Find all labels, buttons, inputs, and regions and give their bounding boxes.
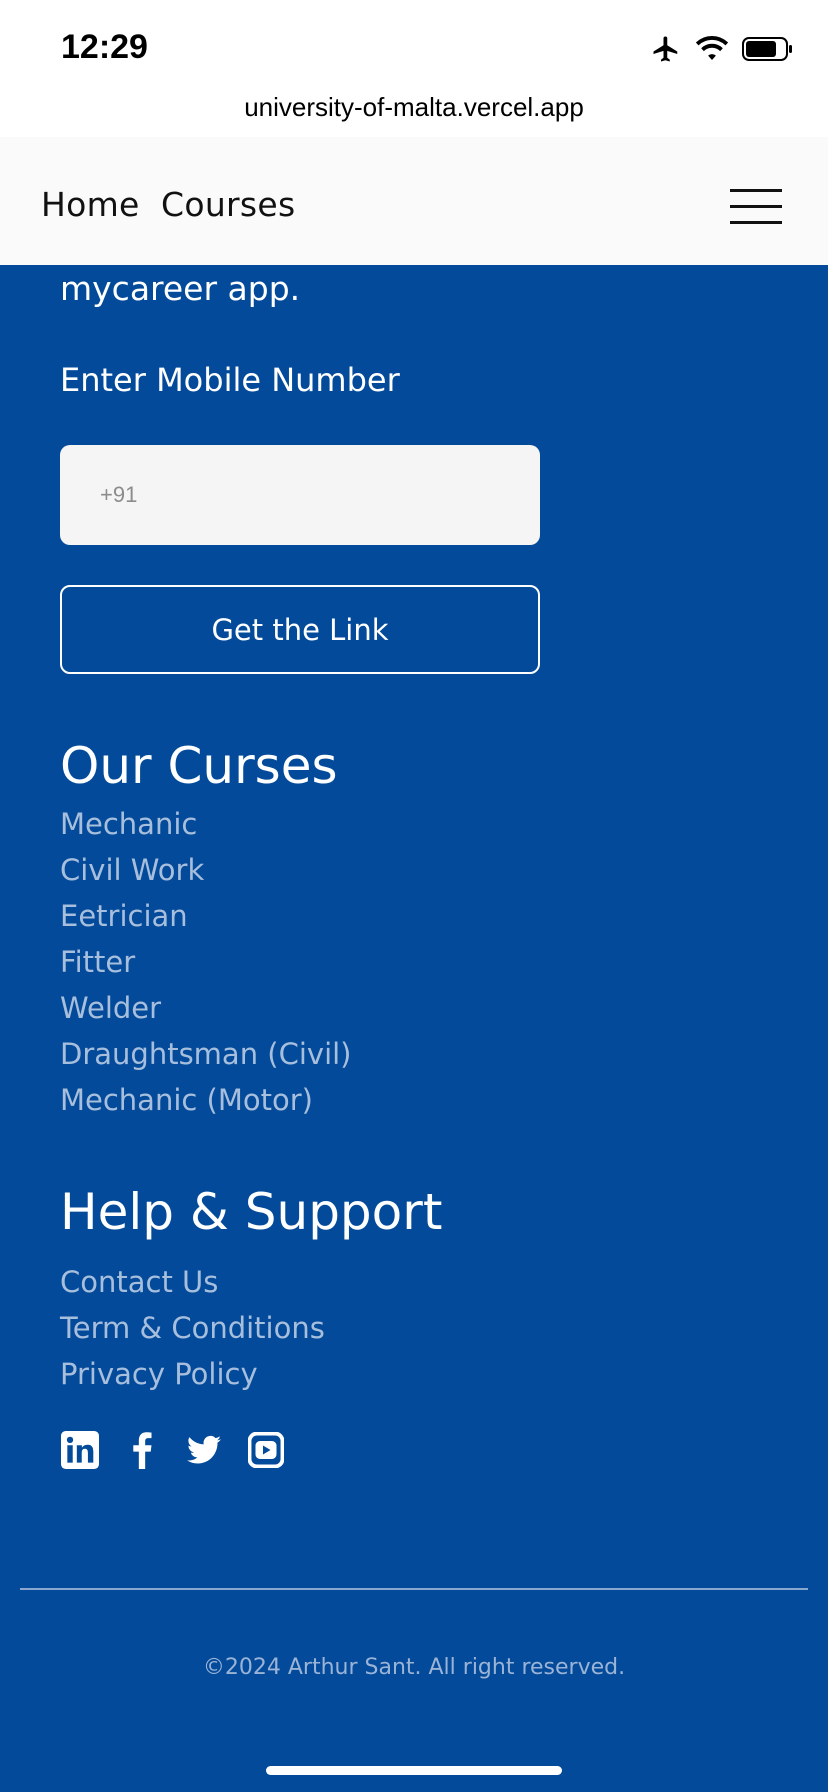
footer-divider	[20, 1588, 808, 1590]
support-link-privacy[interactable]: Privacy Policy	[60, 1357, 325, 1403]
support-list: Contact Us Term & Conditions Privacy Pol…	[60, 1265, 325, 1403]
home-indicator[interactable]	[266, 1766, 562, 1775]
support-link-terms[interactable]: Term & Conditions	[60, 1311, 325, 1357]
status-bar: 12:29 university-of-malta.vercel.app	[0, 0, 828, 138]
nav-link-home[interactable]: Home	[41, 185, 140, 224]
wifi-icon	[695, 36, 729, 67]
address-bar-url[interactable]: university-of-malta.vercel.app	[0, 92, 828, 123]
airplane-icon	[650, 34, 682, 69]
app-download-text: mycareer app.	[60, 269, 301, 308]
support-link-contact-us[interactable]: Contact Us	[60, 1265, 325, 1311]
course-link-fitter[interactable]: Fitter	[60, 945, 352, 991]
course-link-eetrician[interactable]: Eetrician	[60, 899, 352, 945]
linkedin-icon[interactable]	[60, 1430, 100, 1470]
youtube-icon[interactable]	[246, 1430, 286, 1470]
status-icons	[650, 34, 794, 69]
course-link-draughtsman-civil[interactable]: Draughtsman (Civil)	[60, 1037, 352, 1083]
status-time: 12:29	[61, 28, 148, 66]
copyright-text: ©2024 Arthur Sant. All right reserved.	[202, 1655, 626, 1680]
mobile-number-input[interactable]	[60, 445, 540, 545]
courses-section-title: Our Curses	[60, 737, 338, 795]
hamburger-menu-icon[interactable]	[730, 189, 782, 225]
navbar: Home Courses	[0, 137, 828, 265]
mobile-number-label: Enter Mobile Number	[60, 361, 400, 399]
course-link-civil-work[interactable]: Civil Work	[60, 853, 352, 899]
courses-list: Mechanic Civil Work Eetrician Fitter Wel…	[60, 807, 352, 1129]
twitter-icon[interactable]	[184, 1430, 224, 1470]
course-link-welder[interactable]: Welder	[60, 991, 352, 1037]
course-link-mechanic-motor[interactable]: Mechanic (Motor)	[60, 1083, 352, 1129]
battery-icon	[742, 36, 794, 67]
social-links	[60, 1430, 286, 1470]
facebook-icon[interactable]	[122, 1430, 162, 1470]
support-section-title: Help & Support	[60, 1183, 443, 1241]
course-link-mechanic[interactable]: Mechanic	[60, 807, 352, 853]
nav-link-courses[interactable]: Courses	[161, 185, 296, 224]
get-link-button[interactable]: Get the Link	[60, 585, 540, 674]
